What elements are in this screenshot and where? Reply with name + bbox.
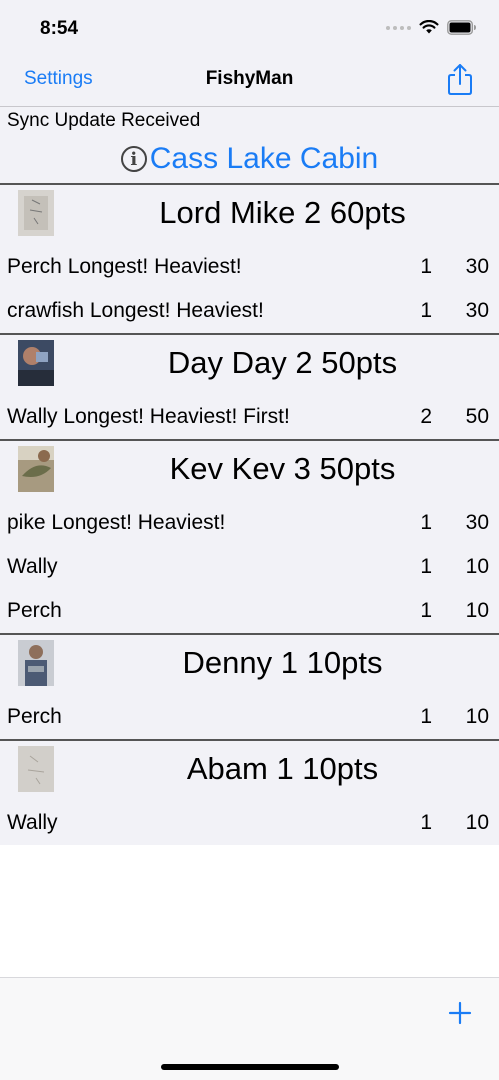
catch-count: 1 [420,255,432,278]
battery-icon [447,20,476,35]
player-avatar [18,640,54,686]
catch-count: 1 [420,811,432,834]
catch-count: 1 [420,555,432,578]
plus-icon [448,1001,472,1025]
player-name: Lord Mike 2 60pts [159,195,406,230]
player-section: Day Day 2 50pts Wally Longest! Heaviest!… [0,335,499,441]
player-name: Abam 1 10pts [186,751,379,786]
catch-count: 2 [420,405,432,428]
catch-count: 1 [420,705,432,728]
catch-count: 1 [420,511,432,534]
player-name: Day Day 2 50pts [167,345,398,380]
player-avatar [18,746,54,792]
catch-points: 10 [465,599,489,622]
player-name: Kev Kev 3 50pts [169,451,396,486]
catch-row[interactable]: Perch 1 10 [0,695,499,739]
player-header[interactable]: Lord Mike 2 60pts [0,185,499,245]
sync-status-text: Sync Update Received [7,110,201,131]
content: Sync Update Received i Cass Lake Cabin L… [0,107,499,845]
catch-row[interactable]: Wally 1 10 [0,545,499,589]
catch-points: 50 [465,405,489,428]
catch-name: Wally [7,811,58,834]
wifi-icon [419,20,439,34]
catch-count: 1 [420,299,432,322]
catch-row[interactable]: Wally 1 10 [0,801,499,845]
location-name: Cass Lake Cabin [149,142,379,175]
player-avatar [18,340,54,386]
catch-name: crawfish Longest! Heaviest! [7,299,264,322]
catch-points: 10 [465,555,489,578]
player-header[interactable]: Abam 1 10pts [0,741,499,801]
catch-points: 10 [465,705,489,728]
home-indicator[interactable] [160,1064,339,1070]
location-button[interactable]: i Cass Lake Cabin [0,135,499,185]
player-avatar [18,190,54,236]
player-name: Denny 1 10pts [182,645,383,680]
share-icon [448,64,472,95]
page-title: FishyMan [205,68,294,89]
player-avatar [18,446,54,492]
signal-icon [386,25,411,30]
catch-name: pike Longest! Heaviest! [7,511,226,534]
catch-points: 30 [465,511,489,534]
catch-name: Wally [7,555,58,578]
catch-row[interactable]: Perch Longest! Heaviest! 1 30 [0,245,499,289]
player-header[interactable]: Kev Kev 3 50pts [0,441,499,501]
share-button[interactable] [445,62,475,96]
add-button[interactable] [443,996,477,1030]
status-time: 8:54 [40,18,79,39]
status-icons [386,20,477,35]
catch-row[interactable]: Perch 1 10 [0,589,499,633]
player-section: Kev Kev 3 50pts pike Longest! Heaviest! … [0,441,499,635]
player-section: Denny 1 10pts Perch 1 10 [0,635,499,741]
player-header[interactable]: Denny 1 10pts [0,635,499,695]
catch-points: 30 [465,255,489,278]
catch-points: 30 [465,299,489,322]
catch-count: 1 [420,599,432,622]
catch-name: Perch [7,705,62,728]
catch-row[interactable]: Wally Longest! Heaviest! First! 2 50 [0,395,499,439]
bottom-toolbar [0,977,499,1080]
catch-name: Wally Longest! Heaviest! First! [7,405,290,428]
status-bar: 8:54 [0,0,499,56]
catch-points: 10 [465,811,489,834]
navigation-bar: Settings FishyMan [0,56,499,107]
catch-row[interactable]: crawfish Longest! Heaviest! 1 30 [0,289,499,333]
player-section: Abam 1 10pts Wally 1 10 [0,741,499,845]
player-header[interactable]: Day Day 2 50pts [0,335,499,395]
catch-row[interactable]: pike Longest! Heaviest! 1 30 [0,501,499,545]
catch-name: Perch Longest! Heaviest! [7,255,242,278]
info-icon: i [120,146,147,172]
player-section: Lord Mike 2 60pts Perch Longest! Heavies… [0,185,499,335]
catch-name: Perch [7,599,62,622]
